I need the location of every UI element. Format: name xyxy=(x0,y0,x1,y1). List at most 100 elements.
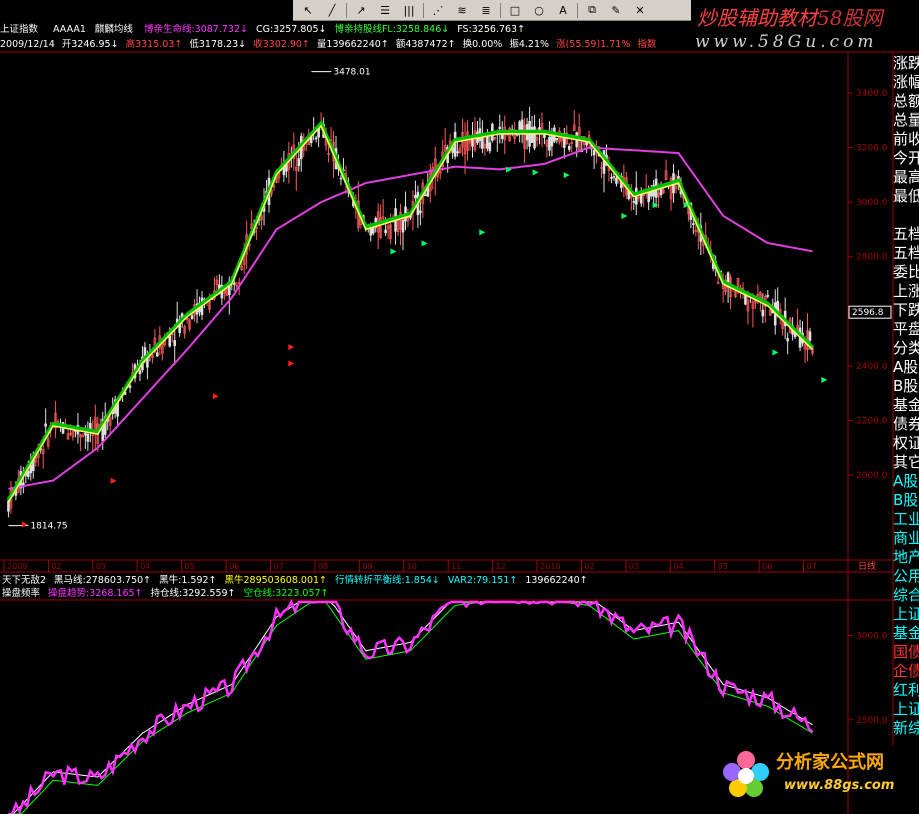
lower-axis-label: 2500.0 xyxy=(856,716,888,726)
price-axis-label: 3400.0 xyxy=(856,89,888,99)
time-axis-label: 02 xyxy=(51,562,61,571)
side-panel-item[interactable]: 上涨 xyxy=(893,282,919,301)
time-axis-label: 11 xyxy=(451,562,461,571)
candle-body xyxy=(232,282,236,285)
time-axis-label: 02 xyxy=(584,562,594,571)
side-panel-item[interactable]: 其它 xyxy=(893,453,919,472)
kline-chart[interactable]: 3400.03200.03000.02800.02600.02400.02200… xyxy=(0,0,919,814)
time-axis-label: 09 xyxy=(362,562,372,571)
price-axis-label: 3000.0 xyxy=(856,198,888,208)
candle-body xyxy=(26,471,30,477)
candle-body xyxy=(592,149,596,156)
candle-body xyxy=(520,119,524,131)
candle-body xyxy=(530,127,534,143)
indicator-row-3: 操盘频率 操盘趋势:3268.165↑ 持仓线:3292.559↑ 空仓线:3223.… xyxy=(0,588,329,600)
time-axis-label: 04 xyxy=(140,562,150,571)
logo-url: www.88gs.com xyxy=(784,778,895,793)
side-panel-item[interactable]: 五档 xyxy=(893,244,919,263)
time-axis-label: 10 xyxy=(407,562,417,571)
signal-flag-icon xyxy=(21,521,28,528)
side-panel-item[interactable]: A股 xyxy=(893,358,919,377)
time-axis-label: 04 xyxy=(673,562,683,571)
candle-body xyxy=(548,136,551,151)
hold-line-shadow-series xyxy=(6,119,814,502)
candle-body xyxy=(538,127,541,131)
lower-indicator-value-2: 持仓线:3292.559↑ xyxy=(150,588,236,599)
lower-indicator-value-0: 操盘频率 xyxy=(2,588,41,599)
signal-flag-icon xyxy=(288,360,295,367)
signal-flag-icon xyxy=(479,229,486,236)
signal-flag-icon xyxy=(532,169,539,176)
side-panel-item[interactable]: 企债 xyxy=(893,662,919,681)
side-panel-item[interactable]: 分类 xyxy=(893,339,919,358)
candle-body xyxy=(647,191,650,203)
candle-body xyxy=(488,142,492,152)
side-panel-item[interactable]: 国债 xyxy=(893,643,919,662)
price-axis-label: 2000.0 xyxy=(856,471,888,481)
side-panel-item[interactable]: 总量 xyxy=(893,111,919,130)
side-panel-item[interactable]: 委比 xyxy=(893,263,919,282)
side-panel-item[interactable]: 涨幅 xyxy=(893,73,919,92)
time-unit-label: 日线 xyxy=(858,560,876,572)
side-panel-item[interactable]: 今开 xyxy=(893,149,919,168)
signal-flag-icon xyxy=(772,349,779,356)
time-axis-label: 06 xyxy=(229,562,239,571)
candle-body xyxy=(128,385,132,388)
candle-body xyxy=(615,177,618,184)
price-axis-label: 2400.0 xyxy=(856,362,888,372)
side-panel-item[interactable]: 五档 xyxy=(893,225,919,244)
signal-flag-icon xyxy=(110,477,117,484)
candle-body xyxy=(190,315,194,320)
candle-body xyxy=(156,352,159,357)
candle-body xyxy=(419,210,422,214)
time-axis-label: 07 xyxy=(274,562,284,571)
side-panel-item[interactable]: 前收 xyxy=(893,130,919,149)
candle-body xyxy=(786,338,789,342)
candle-body xyxy=(498,126,502,129)
candle-body xyxy=(89,423,92,429)
side-panel-item[interactable]: 红利 xyxy=(893,681,919,700)
time-axis-label: 2009 xyxy=(7,562,27,571)
side-panel-item[interactable]: 下跌 xyxy=(893,301,919,320)
candle-body xyxy=(424,194,427,197)
hold-line-series xyxy=(7,124,814,503)
candle-body xyxy=(761,309,765,317)
side-panel-item[interactable]: 债券 xyxy=(893,415,919,434)
side-panel-item[interactable]: A股 xyxy=(893,472,919,491)
side-panel-item[interactable]: 上证 xyxy=(893,700,919,719)
side-panel-item[interactable]: 商业 xyxy=(893,529,919,548)
side-panel-item[interactable]: 涨跌 xyxy=(893,54,919,73)
side-panel-item[interactable]: 地产 xyxy=(893,548,919,567)
candle-body xyxy=(610,177,613,179)
time-axis-label: 03 xyxy=(96,562,106,571)
price-axis-label: 2800.0 xyxy=(856,253,888,263)
logo-title: 分析家公式网 xyxy=(776,752,884,773)
lower-axis-label: 3000.0 xyxy=(856,632,888,642)
side-panel-item[interactable]: B股 xyxy=(893,377,919,396)
side-panel-item[interactable]: 公用 xyxy=(893,567,919,586)
side-panel-item[interactable]: 上证 xyxy=(893,605,919,624)
side-panel-item[interactable]: 总额 xyxy=(893,92,919,111)
price-axis-label: 3200.0 xyxy=(856,144,888,154)
side-panel-item[interactable]: 综合 xyxy=(893,586,919,605)
side-panel-item[interactable]: 基金 xyxy=(893,624,919,643)
candle-body xyxy=(339,177,343,180)
side-panel-item[interactable]: B股 xyxy=(893,491,919,510)
candle-body xyxy=(414,194,417,199)
side-panel-item[interactable] xyxy=(893,206,919,225)
signal-flag-icon xyxy=(212,393,219,400)
side-panel-item[interactable]: 权证 xyxy=(893,434,919,453)
time-axis-label: 06 xyxy=(762,562,772,571)
time-axis-label: 05 xyxy=(718,562,728,571)
side-panel-item[interactable]: 最低 xyxy=(893,187,919,206)
side-panel-item[interactable]: 工业 xyxy=(893,510,919,529)
current-price-label: 2596.8 xyxy=(852,308,884,318)
life-line-series xyxy=(8,146,813,490)
side-panel-item[interactable]: 新综 xyxy=(893,719,919,738)
side-panel-item[interactable]: 平盘 xyxy=(893,320,919,339)
signal-flag-icon xyxy=(621,213,628,220)
time-axis-label: 05 xyxy=(185,562,195,571)
side-panel-item[interactable]: 最高 xyxy=(893,168,919,187)
signal-flag-icon xyxy=(288,344,295,351)
side-panel-item[interactable]: 基金 xyxy=(893,396,919,415)
